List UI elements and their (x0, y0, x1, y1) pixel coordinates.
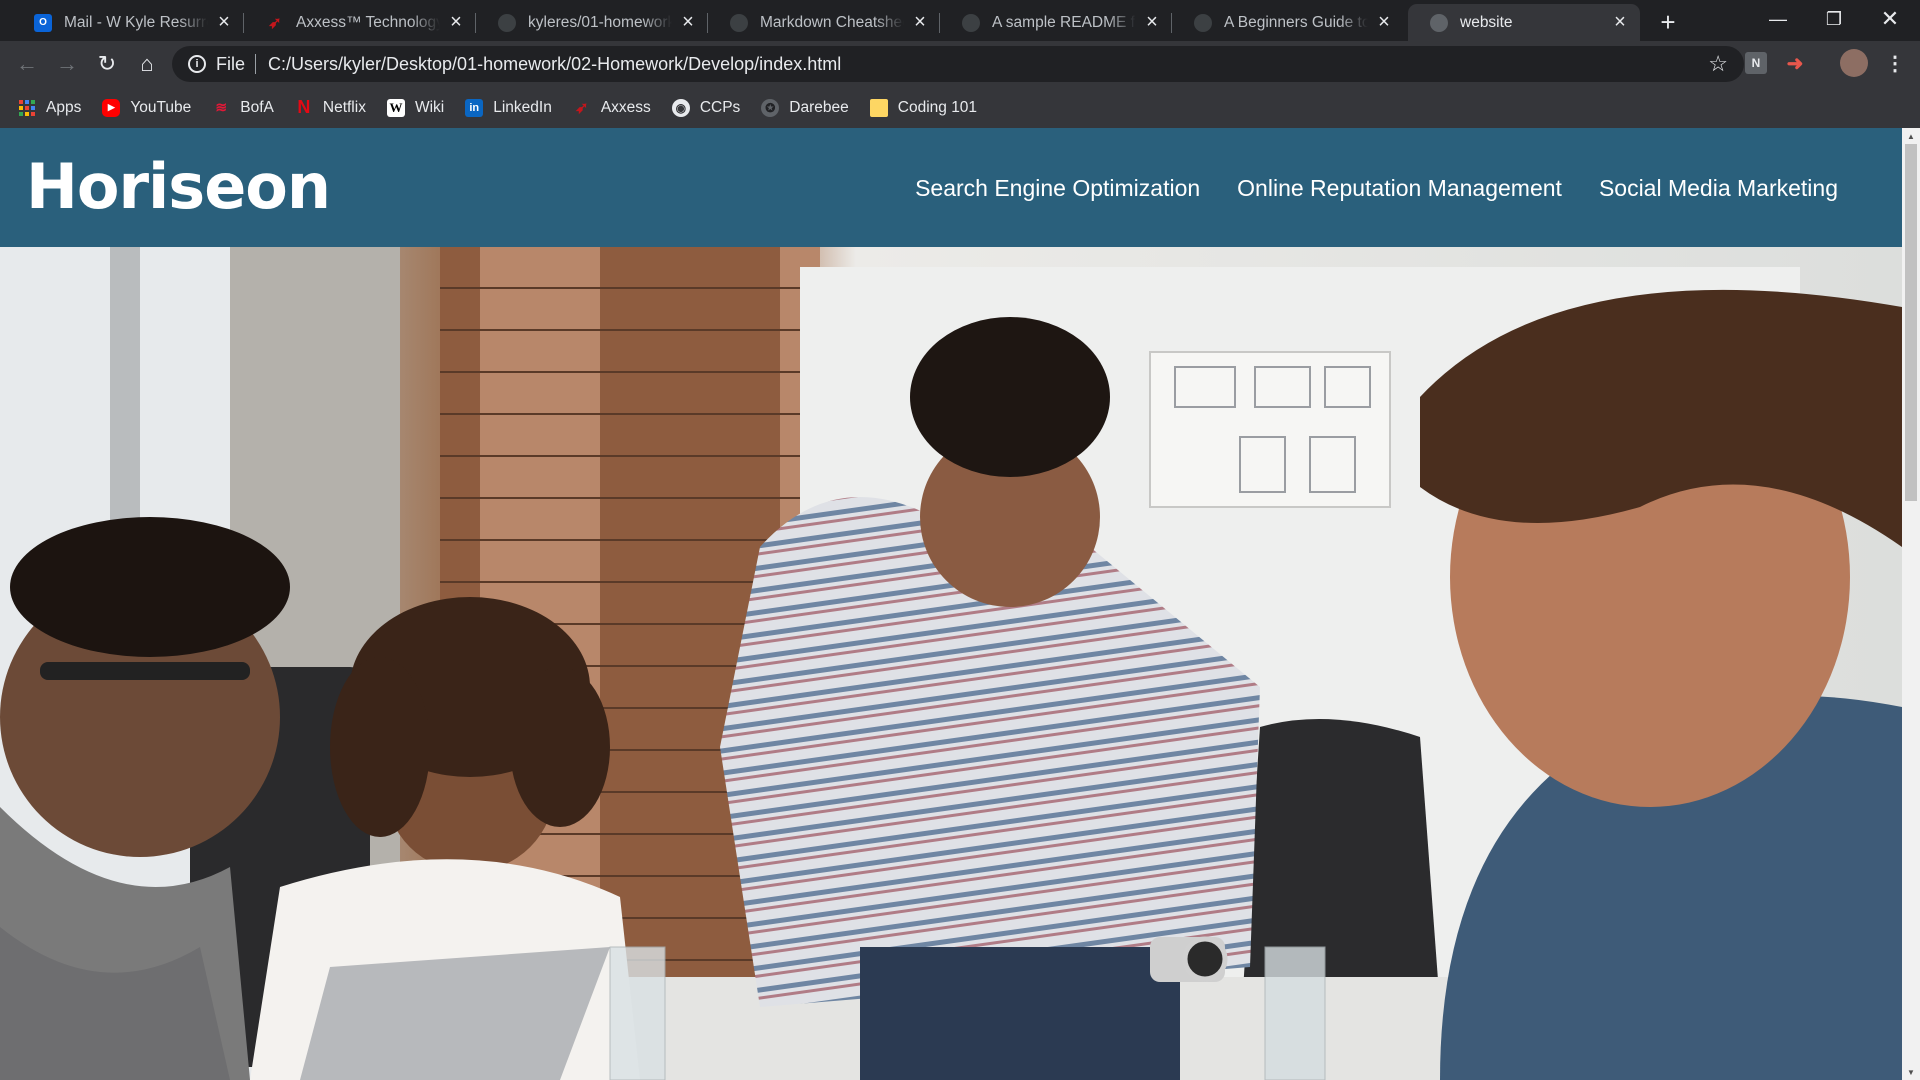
tab-sample-readme[interactable]: A sample README for all your × (940, 4, 1172, 41)
globe-icon (1430, 13, 1448, 32)
nav-link-social-media[interactable]: Social Media Marketing (1599, 175, 1838, 202)
scrollbar[interactable]: ▲ ▼ (1902, 128, 1920, 1080)
close-icon[interactable]: × (1374, 11, 1394, 33)
home-button[interactable]: ⌂ (130, 47, 164, 81)
bookmark-axxess[interactable]: ➶ Axxess (573, 99, 651, 117)
close-icon[interactable]: × (910, 11, 930, 33)
tab-github-homework[interactable]: kyleres/01-homework: Code × (476, 4, 708, 41)
close-window-button[interactable]: ✕ (1862, 0, 1918, 38)
linkedin-icon: in (465, 98, 484, 117)
bookmark-youtube[interactable]: ▶ YouTube (102, 98, 192, 117)
darebee-icon: ✪ (761, 98, 780, 117)
minimize-button[interactable]: — (1750, 0, 1806, 38)
divider (255, 54, 257, 74)
extension-arrow-icon[interactable]: ➜ (1784, 52, 1806, 75)
close-icon[interactable]: × (214, 11, 234, 33)
address-bar[interactable]: i File C:/Users/kyler/Desktop/01-homewor… (172, 46, 1744, 82)
url-text[interactable]: C:/Users/kyler/Desktop/01-homework/02-Ho… (268, 54, 841, 75)
avatar[interactable] (1840, 49, 1868, 77)
site-logo[interactable]: Horiseon (26, 150, 331, 223)
close-icon[interactable]: × (1142, 11, 1162, 33)
bookmark-label: YouTube (130, 98, 192, 116)
github-icon (1194, 13, 1212, 32)
bookmark-star-icon[interactable]: ☆ (1708, 51, 1728, 77)
bookmark-label: Wiki (414, 98, 445, 116)
bookmark-ccps[interactable]: ◉ CCPs (671, 98, 741, 117)
bookmark-label: Coding 101 (897, 98, 978, 116)
extension-n-icon[interactable]: N (1745, 52, 1767, 74)
tab-title: kyleres/01-homework: Code (528, 13, 672, 31)
tab-title: Mail - W Kyle Resurreccion (64, 13, 208, 31)
youtube-icon: ▶ (102, 98, 121, 117)
hero-image (0, 247, 1902, 1080)
tab-markdown-cheatsheet[interactable]: Markdown Cheatsheet × (708, 4, 940, 41)
new-tab-button[interactable]: + (1652, 6, 1684, 38)
bookmark-netflix[interactable]: N Netflix (295, 97, 366, 117)
wikipedia-icon: W (386, 98, 405, 117)
bookmark-linkedin[interactable]: in LinkedIn (465, 98, 552, 117)
close-icon[interactable]: × (1610, 11, 1630, 33)
toolbar: ← → ↻ ⌂ i File C:/Users/kyler/Desktop/01… (0, 41, 1920, 87)
bookmark-bofa[interactable]: ≋ BofA (212, 98, 274, 117)
back-button[interactable]: ← (10, 47, 44, 81)
site-header: Horiseon Search Engine Optimization Onli… (0, 128, 1902, 247)
bookmark-label: CCPs (699, 98, 741, 116)
bookmark-darebee[interactable]: ✪ Darebee (761, 98, 849, 117)
tab-beginners-guide[interactable]: A Beginners Guide to writing × (1172, 4, 1404, 41)
team-meeting-photo (0, 247, 1902, 1080)
bookmark-label: Axxess (600, 98, 651, 116)
axxess-icon: ➶ (575, 99, 589, 117)
restore-button[interactable]: ❐ (1806, 0, 1862, 38)
outlook-icon: O (34, 13, 52, 32)
bookmark-label: Netflix (322, 98, 366, 116)
github-icon (498, 13, 516, 32)
globe-icon: ◉ (671, 98, 690, 117)
page-viewport: Horiseon Search Engine Optimization Onli… (0, 128, 1902, 1080)
reload-button[interactable]: ↻ (90, 47, 124, 81)
bofa-icon: ≋ (215, 99, 228, 115)
apps-grid-icon (18, 99, 36, 117)
browser-window: O Mail - W Kyle Resurreccion × ➶ Axxess™… (0, 0, 1920, 128)
tab-mail[interactable]: O Mail - W Kyle Resurreccion × (12, 4, 244, 41)
tab-title: Markdown Cheatsheet (760, 13, 904, 31)
scroll-up-icon[interactable]: ▲ (1902, 128, 1920, 144)
bookmark-label: LinkedIn (493, 98, 552, 116)
github-icon (962, 13, 980, 32)
close-icon[interactable]: × (446, 11, 466, 33)
bookmark-coding-101[interactable]: Coding 101 (869, 98, 978, 117)
scroll-down-icon[interactable]: ▼ (1902, 1064, 1920, 1080)
scheme-label: File (216, 53, 246, 74)
folder-icon (869, 98, 888, 117)
axxess-icon: ➶ (268, 14, 282, 32)
scroll-thumb[interactable] (1905, 144, 1917, 501)
tab-title: Axxess™ Technology Solutions (296, 13, 440, 31)
tab-title: A Beginners Guide to writing (1224, 13, 1368, 31)
tab-title: A sample README for all your (992, 13, 1136, 31)
tab-strip: O Mail - W Kyle Resurreccion × ➶ Axxess™… (0, 0, 1920, 41)
menu-icon[interactable]: ⋮ (1884, 52, 1906, 75)
site-nav: Search Engine Optimization Online Reputa… (878, 175, 1838, 202)
tab-title: website (1460, 13, 1513, 31)
bookmark-label: BofA (240, 98, 274, 116)
nav-link-reputation[interactable]: Online Reputation Management (1237, 175, 1562, 202)
nav-link-seo[interactable]: Search Engine Optimization (915, 175, 1200, 202)
bookmark-label: Darebee (789, 98, 849, 116)
tab-axxess[interactable]: ➶ Axxess™ Technology Solutions × (244, 4, 476, 41)
netflix-icon: N (297, 97, 311, 117)
close-icon[interactable]: × (678, 11, 698, 33)
github-icon (730, 13, 748, 32)
tab-website[interactable]: website × (1408, 4, 1640, 41)
bookmarks-bar: Apps ▶ YouTube ≋ BofA N Netflix W Wiki i… (0, 87, 1920, 128)
bookmark-wiki[interactable]: W Wiki (386, 98, 445, 117)
bookmark-apps[interactable]: Apps (18, 99, 81, 117)
forward-button[interactable]: → (50, 47, 84, 81)
bookmark-label: Apps (46, 98, 82, 116)
info-icon[interactable]: i (188, 55, 206, 73)
